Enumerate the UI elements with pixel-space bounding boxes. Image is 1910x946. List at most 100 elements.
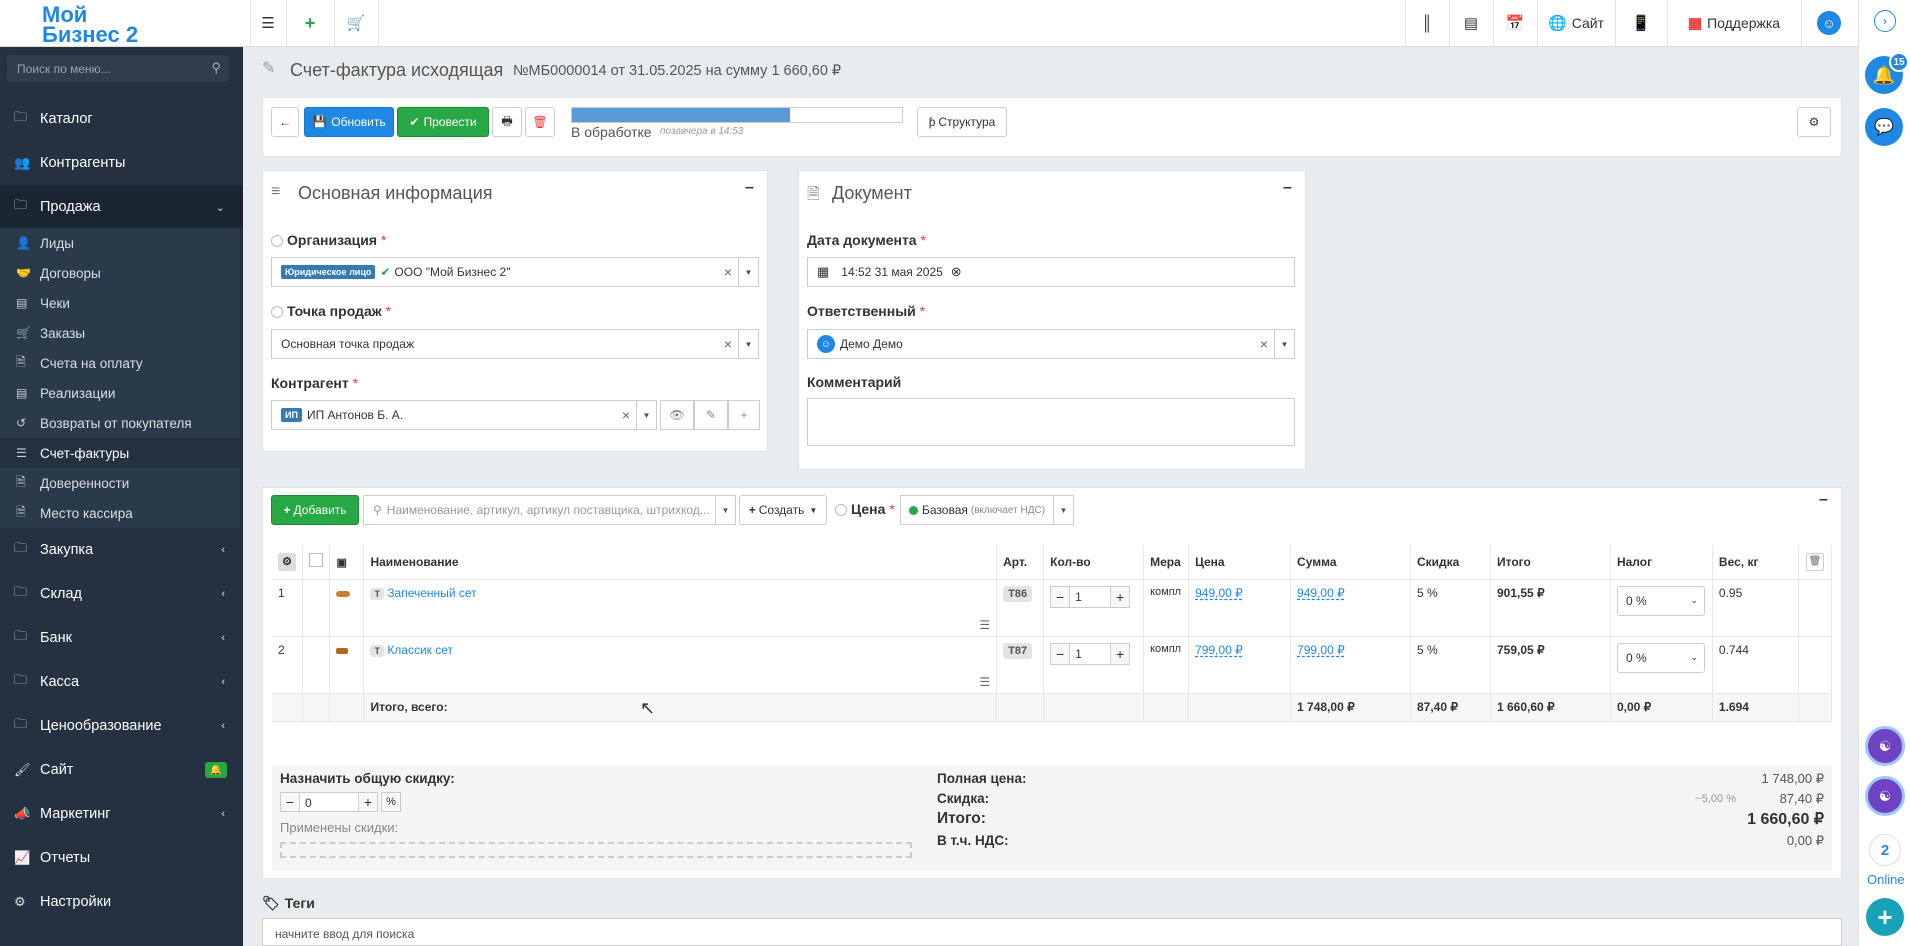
edit-contractor-button[interactable]: ✎ bbox=[694, 400, 728, 430]
chevron-down-icon[interactable]: ▼ bbox=[1274, 330, 1294, 358]
date-input[interactable]: ▦ 14:52 31 мая 2025 ⊗ bbox=[807, 257, 1295, 287]
item-name-link[interactable]: Запеченный сет bbox=[387, 586, 476, 600]
product-thumbnail[interactable] bbox=[336, 590, 351, 597]
collapse-right-icon[interactable]: › bbox=[1874, 10, 1896, 32]
tags-input[interactable]: начните ввод для поиска bbox=[262, 918, 1842, 946]
gear-icon[interactable]: ⚙ bbox=[278, 552, 296, 571]
sidebar-item-purchase[interactable]: 🗀 Закупка ‹ bbox=[0, 528, 243, 572]
clear-icon[interactable]: × bbox=[724, 264, 732, 280]
product-thumbnail[interactable] bbox=[336, 647, 349, 654]
delete-button[interactable]: 🗑 bbox=[525, 107, 555, 137]
support-button[interactable]: ▦ Поддержка bbox=[1667, 0, 1801, 46]
assistant-avatar-icon-2[interactable]: ☯ bbox=[1865, 776, 1905, 816]
contractor-select[interactable]: ИП ИП Антонов Б. А. × ▼ bbox=[271, 400, 657, 430]
add-icon[interactable]: + bbox=[286, 0, 334, 46]
back-button[interactable]: ← bbox=[271, 107, 299, 137]
sidebar-item-cash[interactable]: 🗀 Касса ‹ bbox=[0, 660, 243, 704]
sidebar-item-contractors[interactable]: 👥 Контрагенты bbox=[0, 141, 243, 185]
tax-select[interactable]: 0 % ⌄ bbox=[1616, 585, 1705, 616]
plus-icon[interactable]: + bbox=[1110, 642, 1131, 665]
assistant-avatar-icon[interactable]: ☯ bbox=[1865, 726, 1905, 766]
post-button[interactable]: ✔ Провести bbox=[397, 107, 489, 137]
sum-link[interactable]: 799,00 ₽ bbox=[1297, 643, 1345, 657]
collapse-main-info-button[interactable]: – bbox=[745, 179, 754, 197]
site-button[interactable]: 🌐 Сайт bbox=[1537, 0, 1615, 46]
sidebar-subitem-powers-of-attorney[interactable]: 🗎 Доверенности bbox=[0, 468, 240, 498]
update-button[interactable]: 💾 Обновить bbox=[304, 107, 394, 137]
sidebar-subitem-realizations[interactable]: ▤ Реализации bbox=[0, 378, 240, 408]
item-name-link[interactable]: Классик сет bbox=[387, 643, 453, 657]
responsible-select[interactable]: ☺ Демо Демо × ▼ bbox=[807, 329, 1295, 359]
sidebar-item-reports[interactable]: 📈 Отчеты bbox=[0, 836, 243, 880]
sidebar-item-bank[interactable]: 🗀 Банк ‹ bbox=[0, 616, 243, 660]
sum-link[interactable]: 949,00 ₽ bbox=[1297, 586, 1345, 600]
sidebar-item-warehouse[interactable]: 🗀 Склад ‹ bbox=[0, 572, 243, 616]
structure-button[interactable]: ƥ Структура bbox=[917, 107, 1007, 137]
create-button[interactable]: + Создать ▼ bbox=[739, 495, 827, 525]
discount-stepper[interactable]: − 0 + % bbox=[280, 792, 401, 812]
toggle-icon[interactable] bbox=[271, 306, 283, 319]
sidebar-item-pricing[interactable]: 🗀 Ценообразование ‹ bbox=[0, 704, 243, 748]
quantity-stepper[interactable]: −1 + bbox=[1050, 642, 1137, 665]
sidebar-subitem-contracts[interactable]: 🤝 Договоры bbox=[0, 258, 240, 288]
server-icon[interactable]: ▤ bbox=[1449, 0, 1493, 46]
sidebar-item-sales[interactable]: 🗀 Продажа ⌄ bbox=[0, 185, 243, 229]
point-select[interactable]: Основная точка продаж × ▼ bbox=[271, 329, 759, 359]
chevron-down-icon[interactable]: ▼ bbox=[738, 258, 758, 286]
sidebar-subitem-orders[interactable]: 🛒 Заказы bbox=[0, 318, 240, 348]
clear-circle-icon[interactable]: ⊗ bbox=[951, 264, 962, 280]
menu-search-input[interactable]: Поиск по меню... ⚲ bbox=[7, 55, 229, 82]
add-contractor-button[interactable]: + bbox=[728, 400, 760, 430]
sidebar-item-marketing[interactable]: 📣 Маркетинг ‹ bbox=[0, 792, 243, 836]
mobile-app-icon[interactable]: 📱 bbox=[1615, 0, 1667, 46]
toggle-icon[interactable] bbox=[835, 504, 847, 517]
price-link[interactable]: 949,00 ₽ bbox=[1195, 586, 1243, 600]
clear-icon[interactable]: × bbox=[622, 407, 630, 423]
sidebar-subitem-cashier[interactable]: 🗎 Место кассира bbox=[0, 498, 240, 528]
collapse-document-button[interactable]: – bbox=[1283, 179, 1292, 197]
sidebar-item-catalog[interactable]: 🗀 Каталог bbox=[0, 97, 243, 141]
minus-icon[interactable]: − bbox=[280, 792, 300, 812]
item-search-input[interactable]: ⚲ Наименование, артикул, артикул поставщ… bbox=[363, 495, 736, 525]
sidebar-item-site[interactable]: 🖌 Сайт 🔔 bbox=[0, 748, 243, 792]
sidebar-subitem-returns[interactable]: ↺ Возвраты от покупателя bbox=[0, 408, 240, 438]
print-button[interactable]: 🖶 bbox=[492, 107, 522, 137]
online-count[interactable]: 2 bbox=[1869, 834, 1901, 866]
minus-icon[interactable]: − bbox=[1050, 585, 1071, 608]
chevron-down-icon[interactable]: ▼ bbox=[715, 496, 735, 524]
clear-icon[interactable]: × bbox=[724, 336, 732, 352]
barcode-icon[interactable]: ║ bbox=[1405, 0, 1449, 46]
calendar-icon[interactable]: 📅 bbox=[1493, 0, 1537, 46]
clear-icon[interactable]: × bbox=[1260, 336, 1268, 352]
add-circle-icon[interactable]: + bbox=[1866, 898, 1904, 936]
cart-icon[interactable]: 🛒 bbox=[334, 0, 378, 46]
chevron-down-icon[interactable]: ▼ bbox=[1053, 496, 1073, 524]
user-avatar[interactable]: ☺ bbox=[1801, 0, 1857, 46]
tax-select[interactable]: 0 % ⌄ bbox=[1616, 642, 1705, 673]
plus-icon[interactable]: + bbox=[358, 792, 378, 812]
trash-icon[interactable]: 🗑 bbox=[1805, 552, 1824, 571]
chat-icon[interactable]: 💬 bbox=[1865, 108, 1903, 146]
sidebar-subitem-leads[interactable]: 👤 Лиды bbox=[0, 228, 240, 258]
row-menu-icon[interactable]: ☰ bbox=[979, 675, 990, 689]
comment-textarea[interactable] bbox=[807, 398, 1295, 446]
chevron-down-icon[interactable]: ▼ bbox=[738, 330, 758, 358]
sidebar-item-settings[interactable]: ⚙ Настройки bbox=[0, 880, 243, 924]
price-link[interactable]: 799,00 ₽ bbox=[1195, 643, 1243, 657]
org-select[interactable]: Юридическое лицо ✔ ООО "Мой Бизнес 2" × … bbox=[271, 257, 759, 287]
menu-toggle-icon[interactable]: ☰ bbox=[250, 0, 286, 46]
app-logo[interactable]: Мой Бизнес 2 bbox=[40, 2, 245, 47]
sidebar-subitem-invoices[interactable]: 🗎 Счета на оплату bbox=[0, 348, 240, 378]
quantity-stepper[interactable]: −1 + bbox=[1050, 585, 1137, 608]
view-contractor-button[interactable]: 👁 bbox=[660, 400, 694, 430]
collapse-items-button[interactable]: – bbox=[1819, 491, 1828, 509]
select-all-checkbox[interactable] bbox=[309, 553, 324, 568]
row-menu-icon[interactable]: ☰ bbox=[979, 618, 990, 632]
chevron-down-icon[interactable]: ▼ bbox=[636, 401, 656, 429]
settings-button[interactable]: ⚙ bbox=[1797, 107, 1831, 137]
price-type-select[interactable]: Базовая (включает НДС) ▼ bbox=[900, 495, 1074, 525]
add-item-button[interactable]: + Добавить bbox=[271, 495, 359, 525]
plus-icon[interactable]: + bbox=[1110, 585, 1131, 608]
minus-icon[interactable]: − bbox=[1050, 642, 1071, 665]
sidebar-subitem-receipts[interactable]: ▤ Чеки bbox=[0, 288, 240, 318]
